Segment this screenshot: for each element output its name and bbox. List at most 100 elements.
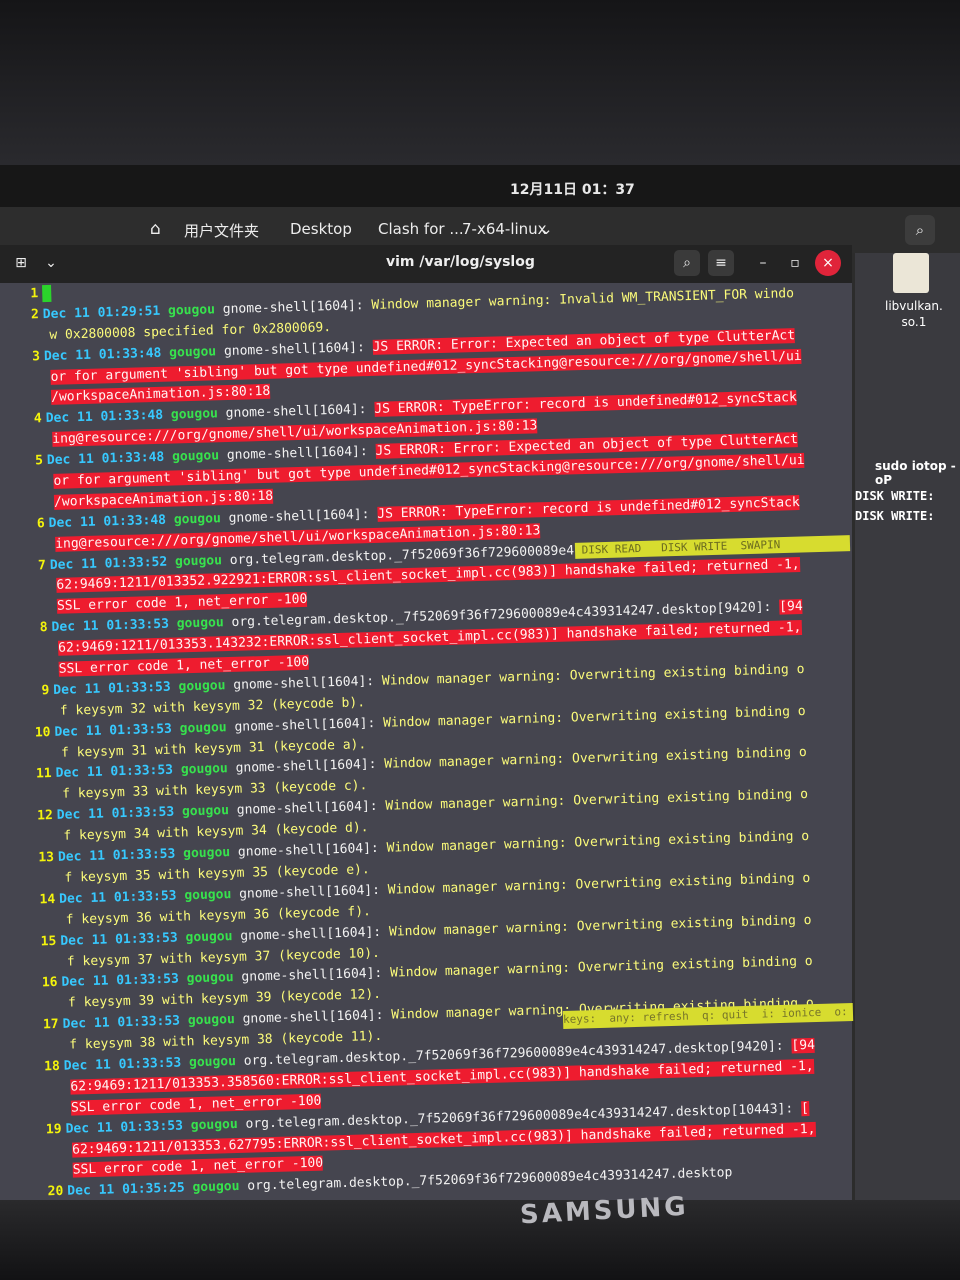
file-label[interactable]: libvulkan. so.1 xyxy=(885,298,943,330)
file-icon[interactable] xyxy=(893,253,929,293)
log-timestamp: Dec 11 01:33:53 xyxy=(54,721,173,740)
line-number: 11 xyxy=(35,766,52,782)
log-text: gnome-shell[1604]: xyxy=(232,924,390,944)
log-error-text: SSL error code 1, net_error -100 xyxy=(56,592,308,615)
log-text: gnome-shell[1604]: xyxy=(218,443,376,464)
line-number xyxy=(14,443,42,444)
log-timestamp: Dec 11 01:33:48 xyxy=(46,449,165,469)
log-hostname: gougou xyxy=(184,886,232,904)
log-text: gnome-shell[1604]: xyxy=(225,673,383,694)
chevron-down-icon[interactable]: ⌄ xyxy=(38,250,64,276)
log-timestamp: Dec 11 01:33:53 xyxy=(51,616,170,636)
line-number xyxy=(33,1112,61,1113)
line-number xyxy=(21,673,49,674)
line-number xyxy=(13,381,41,382)
line-number xyxy=(34,1153,62,1154)
log-hostname: gougou xyxy=(168,343,217,361)
line-number xyxy=(35,1174,63,1175)
line-number: 10 xyxy=(34,724,51,741)
log-timestamp: Dec 11 01:33:53 xyxy=(55,763,174,782)
log-error-text: SSL error code 1, net_error -100 xyxy=(58,654,310,677)
log-hostname: gougou xyxy=(174,552,223,570)
log-hostname: gougou xyxy=(188,1053,237,1071)
line-number xyxy=(31,1049,59,1050)
gnome-top-bar: 12月11日 01：37 xyxy=(0,165,960,207)
vim-cursor xyxy=(42,284,52,303)
disk-write-label: DISK WRITE: xyxy=(855,489,935,503)
log-timestamp: Dec 11 01:33:53 xyxy=(61,971,180,991)
monitor-bezel xyxy=(0,1200,960,1280)
search-icon[interactable]: ⌕ xyxy=(905,215,935,245)
log-timestamp: Dec 11 01:35:25 xyxy=(67,1180,185,1200)
line-number xyxy=(20,652,48,653)
line-number xyxy=(30,1007,58,1008)
log-text: gnome-shell[1604]: xyxy=(233,966,391,986)
log-hostname: gougou xyxy=(190,1116,238,1133)
line-number: 1 xyxy=(30,286,39,302)
photo-background-top xyxy=(0,0,960,165)
home-icon: ⌂ xyxy=(150,219,161,239)
log-hostname: gougou xyxy=(179,719,227,737)
log-hostname: gougou xyxy=(180,761,229,778)
log-text: gnome-shell[1604]: xyxy=(215,339,373,359)
log-text: gnome-shell[1604]: xyxy=(227,757,385,777)
log-error-text: [ xyxy=(800,1100,810,1116)
log-text: gnome-shell[1604]: xyxy=(231,882,388,902)
log-hostname: gougou xyxy=(170,406,219,423)
line-number: 12 xyxy=(36,808,54,824)
log-hostname: gougou xyxy=(186,970,234,987)
new-tab-icon[interactable]: ⊞ xyxy=(8,250,34,276)
terminal-content[interactable]: 1 2 Dec 11 01:29:51 gougou gnome-shell[160… xyxy=(10,262,875,1205)
line-number xyxy=(24,798,52,799)
clock[interactable]: 12月11日 01：37 xyxy=(510,179,635,199)
line-number xyxy=(26,840,54,841)
log-error-text: /workspaceAnimation.js:80:18 xyxy=(50,384,271,406)
log-text: gnome-shell[1604]: xyxy=(220,506,378,526)
line-number xyxy=(19,610,47,611)
log-timestamp: Dec 11 01:33:53 xyxy=(53,679,171,698)
log-timestamp: Dec 11 01:33:48 xyxy=(45,408,164,427)
chevron-down-icon[interactable]: ⌄ xyxy=(538,220,555,238)
terminal-title: vim /var/log/syslog xyxy=(386,254,535,270)
log-hostname: gougou xyxy=(176,615,224,632)
log-error-text: [94 xyxy=(778,599,803,615)
line-number xyxy=(13,402,41,403)
log-text: gnome-shell[1604]: xyxy=(217,402,375,422)
log-timestamp: Dec 11 01:33:53 xyxy=(62,1013,181,1032)
log-timestamp: Dec 11 01:33:53 xyxy=(65,1118,184,1137)
line-number xyxy=(19,590,47,591)
log-hostname: gougou xyxy=(171,448,220,465)
log-hostname: gougou xyxy=(167,302,216,319)
line-number: 4 xyxy=(33,411,42,427)
breadcrumb-clash[interactable]: Clash for ... xyxy=(376,220,466,238)
log-hostname: gougou xyxy=(187,1012,236,1029)
monitor-screen: 12月11日 01：37 ⌂ 用户文件夹 Desktop Clash for .… xyxy=(0,165,960,1205)
breadcrumb-linux[interactable]: 7-x64-linux xyxy=(460,220,549,238)
line-number: 16 xyxy=(41,975,58,991)
line-number: 7 xyxy=(37,557,47,573)
log-timestamp: Dec 11 01:33:48 xyxy=(48,512,167,531)
line-number: 18 xyxy=(43,1058,61,1075)
line-number: 19 xyxy=(45,1121,62,1137)
log-hostname: gougou xyxy=(185,928,233,945)
line-number xyxy=(33,1091,61,1092)
breadcrumb-desktop[interactable]: Desktop xyxy=(288,220,354,238)
line-number xyxy=(22,715,50,716)
line-number xyxy=(23,757,51,758)
line-number xyxy=(16,506,44,507)
log-timestamp: Dec 11 01:33:53 xyxy=(63,1055,182,1074)
log-error-text: SSL error code 1, net_error -100 xyxy=(72,1156,324,1178)
line-number xyxy=(28,924,56,925)
line-number: 5 xyxy=(34,453,44,469)
line-number: 13 xyxy=(38,850,55,866)
log-hostname: gougou xyxy=(181,803,230,820)
log-text: gnome-shell[1604]: xyxy=(234,1007,392,1028)
line-number xyxy=(29,965,57,966)
log-error-text: SSL error code 1, net_error -100 xyxy=(70,1093,322,1116)
log-text: gnome-shell[1604]: xyxy=(229,840,387,861)
breadcrumb-home[interactable]: 用户文件夹 xyxy=(182,220,261,241)
line-number: 14 xyxy=(39,891,56,908)
disk-write-label: DISK WRITE: xyxy=(855,509,935,523)
line-number xyxy=(16,485,44,486)
line-number xyxy=(27,882,55,883)
